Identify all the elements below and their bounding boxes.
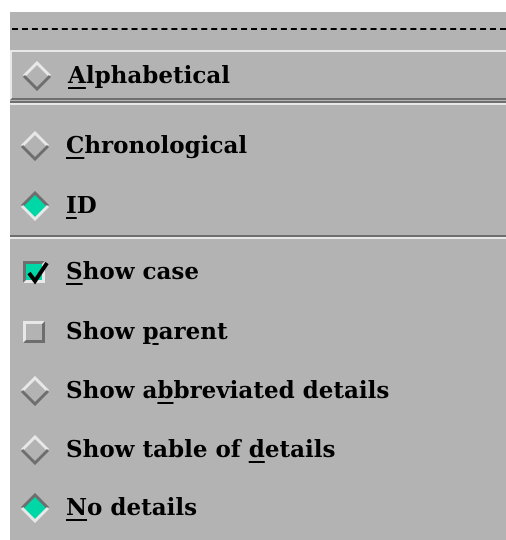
id-label: ID (66, 191, 97, 219)
radio-diamond-icon (10, 424, 62, 474)
show-abbreviated-details-label: Show abbreviated details (66, 376, 390, 404)
checkbox-unchecked-icon (10, 306, 62, 356)
show-table-of-details-label: Show table of details (66, 435, 336, 463)
menu-item-show-table-of-details[interactable]: Show table of details (10, 424, 506, 474)
no-details-label: No details (66, 493, 198, 521)
checkbox-checked-icon (10, 246, 62, 296)
radio-diamond-icon (12, 50, 64, 100)
menu-item-alphabetical[interactable]: Alphabetical (10, 50, 506, 100)
radio-diamond-icon (10, 120, 62, 170)
menu-item-show-case[interactable]: Show case (10, 246, 506, 296)
radio-diamond-selected-icon (10, 482, 62, 532)
separator (10, 101, 506, 105)
view-menu: Alphabetical Chronological ID Show case … (10, 12, 506, 540)
separator (10, 235, 506, 239)
tearoff-line[interactable] (10, 12, 506, 52)
show-case-label: Show case (66, 257, 199, 285)
menu-item-chronological[interactable]: Chronological (10, 120, 506, 170)
radio-diamond-selected-icon (10, 180, 62, 230)
menu-item-show-abbreviated-details[interactable]: Show abbreviated details (10, 365, 506, 415)
menu-item-id[interactable]: ID (10, 180, 506, 230)
menu-item-show-parent[interactable]: Show parent (10, 306, 506, 356)
chronological-label: Chronological (66, 131, 248, 159)
show-parent-label: Show parent (66, 317, 228, 345)
menu-item-no-details[interactable]: No details (10, 482, 506, 532)
radio-diamond-icon (10, 365, 62, 415)
alphabetical-label: Alphabetical (68, 61, 231, 89)
